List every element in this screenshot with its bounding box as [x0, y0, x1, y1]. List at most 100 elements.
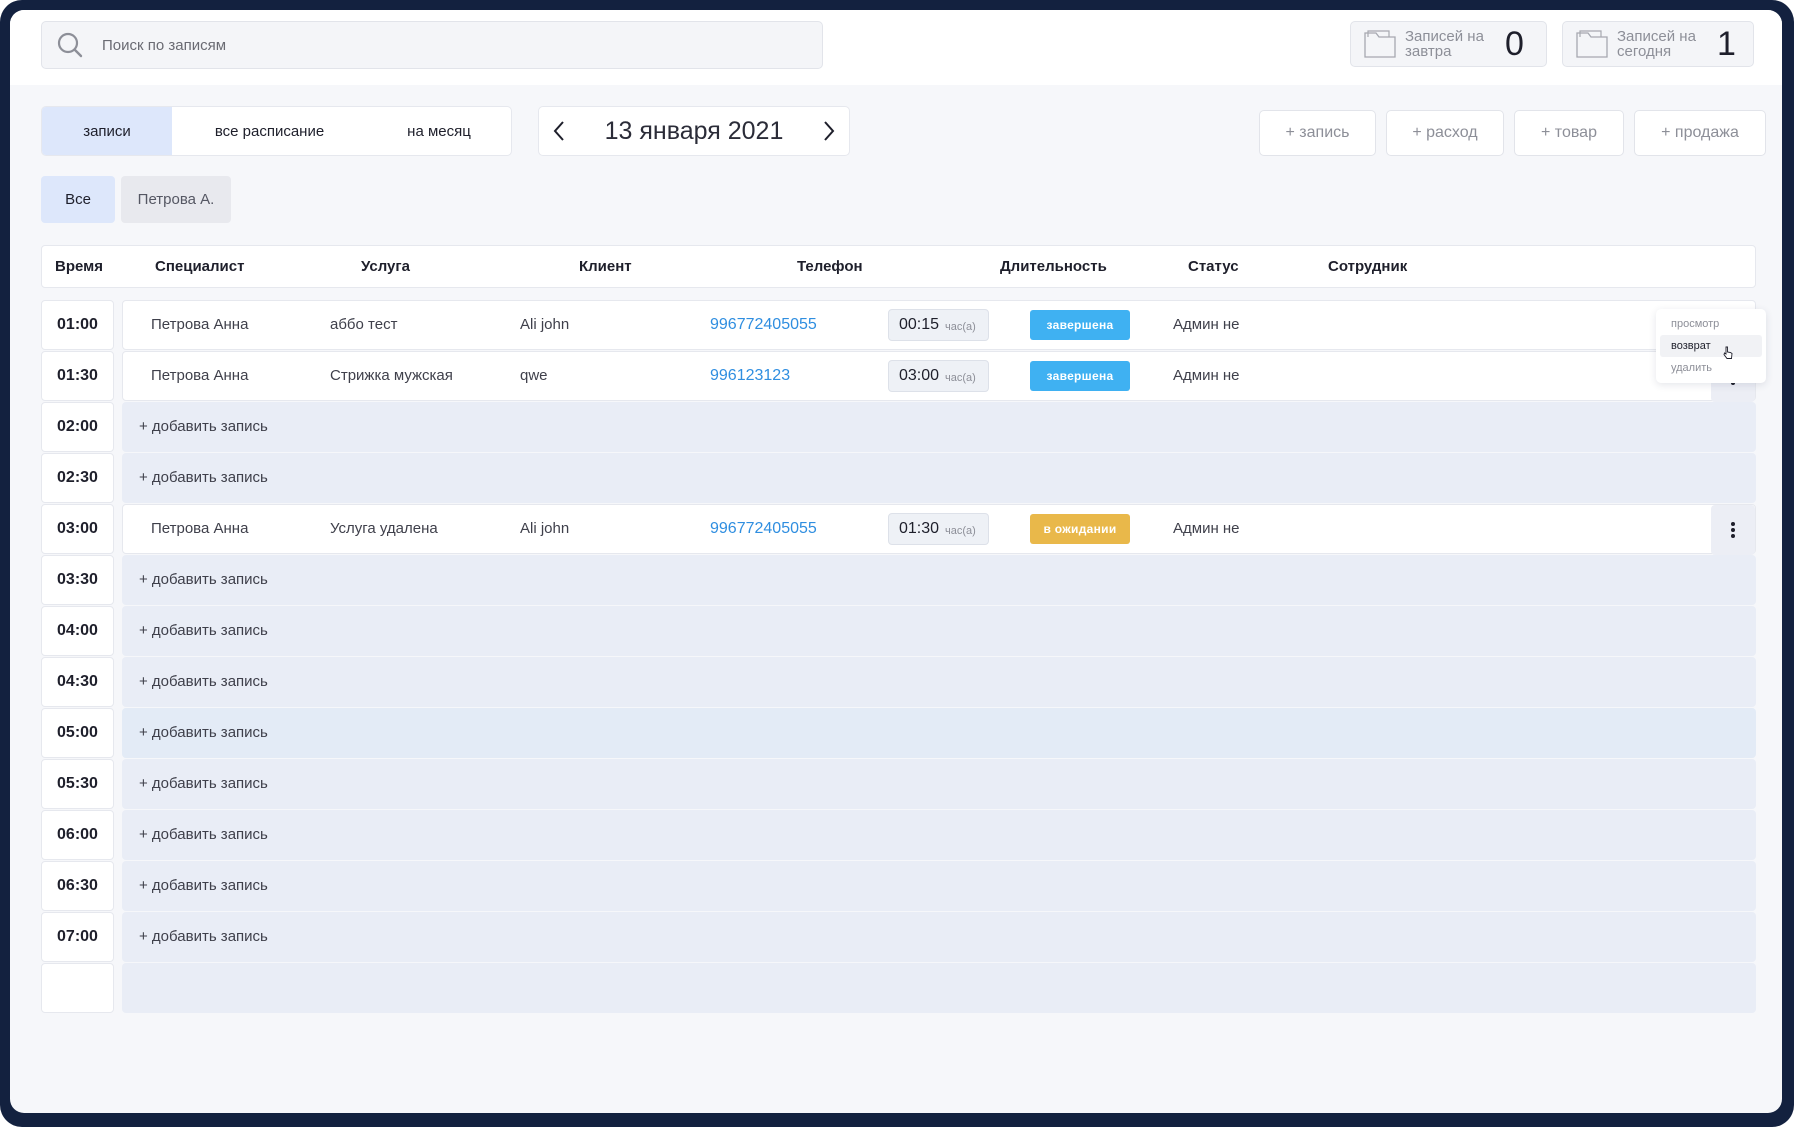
- add-record-row[interactable]: [122, 963, 1756, 1013]
- counter-value: 1: [1717, 24, 1736, 63]
- chevron-right-icon[interactable]: [809, 107, 849, 155]
- specialist-filters: Все Петрова А.: [41, 176, 231, 223]
- client-cell: Ali john: [520, 316, 570, 333]
- more-options-icon[interactable]: [1711, 505, 1755, 555]
- add-record-row[interactable]: + добавить запись: [122, 708, 1756, 758]
- add-record-row[interactable]: + добавить запись: [122, 861, 1756, 911]
- service-cell: аббо тест: [330, 316, 398, 333]
- duration-badge: 03:00 час(а): [888, 360, 989, 392]
- add-record-button[interactable]: + запись: [1259, 110, 1376, 156]
- column-header: Клиент: [579, 258, 632, 275]
- duration-unit: час(а): [945, 371, 976, 384]
- time-cell: 03:30: [41, 555, 114, 605]
- counter-value: 0: [1505, 24, 1524, 63]
- counter-label: Записей на завтра: [1405, 28, 1484, 60]
- table-row: 05:30 + добавить запись: [41, 759, 1756, 809]
- phone-link[interactable]: 996123123: [710, 352, 790, 400]
- table-row: 04:30 + добавить запись: [41, 657, 1756, 707]
- add-record-label: + добавить запись: [139, 622, 268, 639]
- specialist-cell: Петрова Анна: [151, 367, 249, 384]
- employee-cell: Админ не: [1173, 316, 1240, 333]
- table-row: 06:00 + добавить запись: [41, 810, 1756, 860]
- time-cell: 02:30: [41, 453, 114, 503]
- client-cell: qwe: [520, 367, 548, 384]
- column-header: Статус: [1188, 258, 1239, 275]
- search-input[interactable]: [102, 36, 702, 54]
- add-record-label: + добавить запись: [139, 928, 268, 945]
- client-cell: Ali john: [520, 520, 570, 537]
- table-row: 01:00 Петрова Анна аббо тест Ali john 996772…: [41, 300, 1756, 350]
- schedule-rows: 01:00 Петрова Анна аббо тест Ali john 996772…: [41, 300, 1756, 1070]
- table-row: 04:00 + добавить запись: [41, 606, 1756, 656]
- filter-petrova[interactable]: Петрова А.: [121, 176, 231, 223]
- chevron-left-icon[interactable]: [539, 107, 579, 155]
- date-navigator: 13 января 2021: [538, 106, 850, 156]
- add-sale-button[interactable]: + продажа: [1634, 110, 1766, 156]
- tab-all-schedule[interactable]: все расписание: [172, 107, 367, 155]
- add-record-row[interactable]: + добавить запись: [122, 657, 1756, 707]
- time-cell: 06:00: [41, 810, 114, 860]
- add-product-button[interactable]: + товар: [1514, 110, 1624, 156]
- time-cell: 03:00: [41, 504, 114, 554]
- phone-link[interactable]: 996772405055: [710, 505, 817, 553]
- add-record-row[interactable]: + добавить запись: [122, 912, 1756, 962]
- add-record-row[interactable]: + добавить запись: [122, 810, 1756, 860]
- add-record-label: + добавить запись: [139, 673, 268, 690]
- column-header: Телефон: [797, 258, 863, 275]
- column-header: Время: [55, 258, 103, 275]
- action-buttons: + запись + расход + товар + продажа: [1259, 110, 1766, 156]
- table-row: 02:00 + добавить запись: [41, 402, 1756, 452]
- add-record-row[interactable]: + добавить запись: [122, 555, 1756, 605]
- time-cell: 06:30: [41, 861, 114, 911]
- add-record-label: + добавить запись: [139, 418, 268, 435]
- view-tabs: записи все расписание на месяц: [41, 106, 512, 156]
- menu-item-delete[interactable]: удалить: [1660, 357, 1762, 379]
- app-screen: Записей на завтра 0 Записей на сегодня 1…: [10, 10, 1782, 1113]
- duration-badge: 00:15 час(а): [888, 309, 989, 341]
- top-bar: Записей на завтра 0 Записей на сегодня 1: [10, 10, 1782, 85]
- counter-label: Записей на сегодня: [1617, 28, 1696, 60]
- time-cell: 05:30: [41, 759, 114, 809]
- search-box[interactable]: [41, 21, 823, 69]
- time-cell: [41, 963, 114, 1013]
- tab-records[interactable]: записи: [42, 107, 172, 155]
- employee-cell: Админ не: [1173, 520, 1240, 537]
- today-counter: Записей на сегодня 1: [1562, 21, 1754, 67]
- tab-month[interactable]: на месяц: [367, 107, 511, 155]
- time-cell: 04:00: [41, 606, 114, 656]
- add-record-row[interactable]: + добавить запись: [122, 453, 1756, 503]
- filter-all[interactable]: Все: [41, 176, 115, 223]
- time-cell: 01:30: [41, 351, 114, 401]
- appointment-row[interactable]: Петрова Анна Стрижка мужская qwe 996123123 0…: [122, 351, 1756, 402]
- menu-item-refund[interactable]: возврат: [1660, 335, 1762, 357]
- duration-value: 03:00: [899, 367, 940, 384]
- add-record-label: + добавить запись: [139, 826, 268, 843]
- column-header: Сотрудник: [1328, 258, 1408, 275]
- table-row: 03:30 + добавить запись: [41, 555, 1756, 605]
- menu-item-view[interactable]: просмотр: [1660, 313, 1762, 335]
- add-record-row[interactable]: + добавить запись: [122, 759, 1756, 809]
- time-cell: 02:00: [41, 402, 114, 452]
- duration-unit: час(а): [945, 320, 976, 333]
- search-icon: [56, 31, 84, 59]
- service-cell: Услуга удалена: [330, 520, 438, 537]
- time-cell: 01:00: [41, 300, 114, 350]
- add-record-row[interactable]: + добавить запись: [122, 402, 1756, 452]
- appointment-row[interactable]: Петрова Анна аббо тест Ali john 99677240505…: [122, 300, 1756, 350]
- add-record-label: + добавить запись: [139, 571, 268, 588]
- employee-cell: Админ не: [1173, 367, 1240, 384]
- status-badge: завершена: [1030, 310, 1130, 340]
- column-header: Услуга: [361, 258, 410, 275]
- add-record-row[interactable]: + добавить запись: [122, 606, 1756, 656]
- table-row: 03:00 Петрова Анна Услуга удалена Ali john 9…: [41, 504, 1756, 555]
- phone-link[interactable]: 996772405055: [710, 301, 817, 349]
- time-cell: 05:00: [41, 708, 114, 758]
- add-expense-button[interactable]: + расход: [1386, 110, 1504, 156]
- add-record-label: + добавить запись: [139, 877, 268, 894]
- table-row: 06:30 + добавить запись: [41, 861, 1756, 911]
- appointment-row[interactable]: Петрова Анна Услуга удалена Ali john 996772…: [122, 504, 1756, 555]
- add-record-label: + добавить запись: [139, 775, 268, 792]
- time-cell: 04:30: [41, 657, 114, 707]
- status-badge: завершена: [1030, 361, 1130, 391]
- folder-icon: [1575, 28, 1609, 60]
